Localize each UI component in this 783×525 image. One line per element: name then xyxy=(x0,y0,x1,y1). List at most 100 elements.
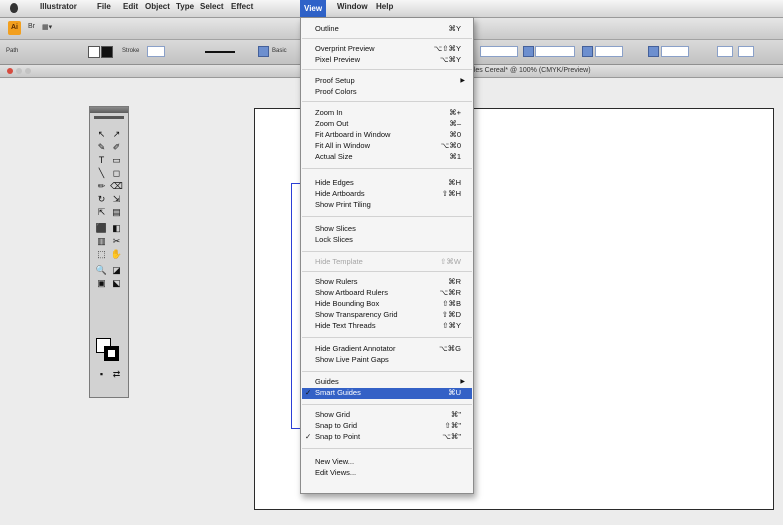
stroke-swatch[interactable] xyxy=(101,46,113,58)
shortcut-hide-bounding-box: ⇧⌘B xyxy=(442,299,461,308)
width-field[interactable] xyxy=(595,46,623,57)
rotate-tool-icon[interactable]: ↻ xyxy=(95,194,108,205)
eraser-tool-icon[interactable]: ⌫ xyxy=(110,181,123,192)
menu-app[interactable]: Illustrator xyxy=(40,2,77,11)
close-window-icon[interactable] xyxy=(7,68,13,74)
eyedropper-tool-icon[interactable]: ⬚ xyxy=(95,249,108,260)
scale-tool-icon[interactable]: ⇲ xyxy=(110,194,123,205)
shortcut-smart-guides: ⌘U xyxy=(448,388,461,397)
menu-separator xyxy=(302,448,472,449)
menu-type[interactable]: Type xyxy=(176,2,194,11)
shortcut-show-grid: ⌘" xyxy=(450,410,461,419)
menu-item-hide-edges[interactable]: Hide Edges xyxy=(315,178,354,188)
menu-select[interactable]: Select xyxy=(200,2,224,11)
gradient-tool-icon[interactable]: ✂ xyxy=(110,236,123,247)
menu-separator xyxy=(302,101,472,102)
menu-item-show-grid[interactable]: Show Grid xyxy=(315,410,350,420)
menu-item-snap-to-point[interactable]: Snap to Point xyxy=(315,432,360,442)
warp-tool-icon[interactable]: ⇱ xyxy=(95,207,108,218)
menu-item-actual-size[interactable]: Actual Size xyxy=(315,152,353,162)
blend-tool-icon[interactable]: ✋ xyxy=(110,249,123,260)
lasso-tool-icon[interactable]: ✐ xyxy=(110,142,123,153)
menu-file[interactable]: File xyxy=(97,2,111,11)
brush-dropdown[interactable] xyxy=(258,46,269,57)
zoom-window-icon[interactable] xyxy=(25,68,31,74)
artboard-tool-icon[interactable]: ▣ xyxy=(95,278,108,289)
menu-edit[interactable]: Edit xyxy=(123,2,138,11)
menu-item-fit-all[interactable]: Fit All in Window xyxy=(315,141,370,151)
rectangle-tool-icon[interactable]: ▭ xyxy=(110,155,123,166)
menu-view[interactable]: View xyxy=(300,0,327,17)
shortcut-show-transparency-grid: ⇧⌘D xyxy=(441,310,461,319)
menu-item-show-rulers[interactable]: Show Rulers xyxy=(315,277,358,287)
menu-item-hide-text-threads[interactable]: Hide Text Threads xyxy=(315,321,376,331)
direct-selection-tool-icon[interactable]: ↗ xyxy=(110,129,123,140)
menu-window[interactable]: Window xyxy=(337,2,368,11)
menu-item-proof-colors[interactable]: Proof Colors xyxy=(315,87,357,97)
menu-item-show-transparency-grid[interactable]: Show Transparency Grid xyxy=(315,310,398,320)
vertical-guide[interactable] xyxy=(291,183,292,428)
bridge-button[interactable]: Br xyxy=(28,23,35,30)
slice-tool-icon[interactable]: 🔍 xyxy=(95,265,108,276)
menu-item-lock-slices[interactable]: Lock Slices xyxy=(315,235,353,245)
menu-item-fit-artboard[interactable]: Fit Artboard in Window xyxy=(315,130,390,140)
height-field[interactable] xyxy=(661,46,689,57)
stroke-color-box[interactable] xyxy=(104,346,119,361)
menu-object[interactable]: Object xyxy=(145,2,170,11)
zoom-tool-icon[interactable]: ⬕ xyxy=(110,278,123,289)
menu-item-hide-bounding-box[interactable]: Hide Bounding Box xyxy=(315,299,379,309)
menu-item-edit-views[interactable]: Edit Views... xyxy=(315,468,356,478)
menu-item-snap-to-grid[interactable]: Snap to Grid xyxy=(315,421,357,431)
selection-tool-icon[interactable]: ↖ xyxy=(95,129,108,140)
menu-item-show-print-tiling[interactable]: Show Print Tiling xyxy=(315,200,371,210)
symbol-sprayer-tool-icon[interactable]: ⬛ xyxy=(95,223,108,234)
menu-item-guides[interactable]: Guides xyxy=(315,377,339,387)
graph-tool-icon[interactable]: ◧ xyxy=(110,223,123,234)
color-mode-icon[interactable]: ▪ xyxy=(95,369,108,380)
type-tool-icon[interactable]: T xyxy=(95,155,108,166)
minimize-window-icon[interactable] xyxy=(16,68,22,74)
shape-tool-icon[interactable]: ◻ xyxy=(110,168,123,179)
swap-colors-icon[interactable]: ⇄ xyxy=(110,369,123,380)
pencil-tool-icon[interactable]: ✏ xyxy=(95,181,108,192)
menu-item-new-view[interactable]: New View... xyxy=(315,457,354,467)
menu-item-proof-setup[interactable]: Proof Setup xyxy=(315,76,355,86)
width-button[interactable] xyxy=(582,46,593,57)
shortcut-hide-text-threads: ⇧⌘Y xyxy=(442,321,461,330)
menu-item-show-slices[interactable]: Show Slices xyxy=(315,224,356,234)
shortcut-hide-edges: ⌘H xyxy=(448,178,461,187)
free-transform-tool-icon[interactable]: ▤ xyxy=(110,207,123,218)
y-button[interactable] xyxy=(523,46,534,57)
menu-separator xyxy=(302,371,472,372)
menu-item-zoom-out[interactable]: Zoom Out xyxy=(315,119,348,129)
menu-item-pixel-preview[interactable]: Pixel Preview xyxy=(315,55,360,65)
tools-panel-grip[interactable] xyxy=(94,116,124,119)
menu-item-zoom-in[interactable]: Zoom In xyxy=(315,108,343,118)
line-tool-icon[interactable]: ╲ xyxy=(95,168,108,179)
shortcut-actual-size: ⌘1 xyxy=(449,152,461,161)
menu-item-hide-gradient-annotator[interactable]: Hide Gradient Annotator xyxy=(315,344,395,354)
stroke-weight-field[interactable] xyxy=(147,46,165,57)
transform-button[interactable] xyxy=(717,46,733,57)
menu-help[interactable]: Help xyxy=(376,2,393,11)
menu-effect[interactable]: Effect xyxy=(231,2,253,11)
options-button[interactable] xyxy=(738,46,754,57)
illustrator-logo: Ai xyxy=(8,21,21,35)
x-field[interactable] xyxy=(480,46,518,57)
fill-swatch[interactable] xyxy=(88,46,100,58)
stroke-profile[interactable] xyxy=(205,51,235,53)
menu-item-show-live-paint-gaps[interactable]: Show Live Paint Gaps xyxy=(315,355,389,365)
menu-item-overprint-preview[interactable]: Overprint Preview xyxy=(315,44,375,54)
apple-icon[interactable] xyxy=(10,3,18,13)
magic-wand-tool-icon[interactable]: ✎ xyxy=(95,142,108,153)
height-button[interactable] xyxy=(648,46,659,57)
y-field[interactable] xyxy=(535,46,575,57)
submenu-arrow-icon: ▶ xyxy=(460,78,465,84)
arrange-documents-button[interactable]: ▦▾ xyxy=(42,23,52,31)
menu-item-outline[interactable]: Outline xyxy=(315,24,339,34)
menu-item-hide-artboards[interactable]: Hide Artboards xyxy=(315,189,365,199)
menu-item-show-artboard-rulers[interactable]: Show Artboard Rulers xyxy=(315,288,388,298)
tools-panel-header[interactable] xyxy=(90,107,128,113)
scissors-tool-icon[interactable]: ◪ xyxy=(110,265,123,276)
mesh-tool-icon[interactable]: ▥ xyxy=(95,236,108,247)
